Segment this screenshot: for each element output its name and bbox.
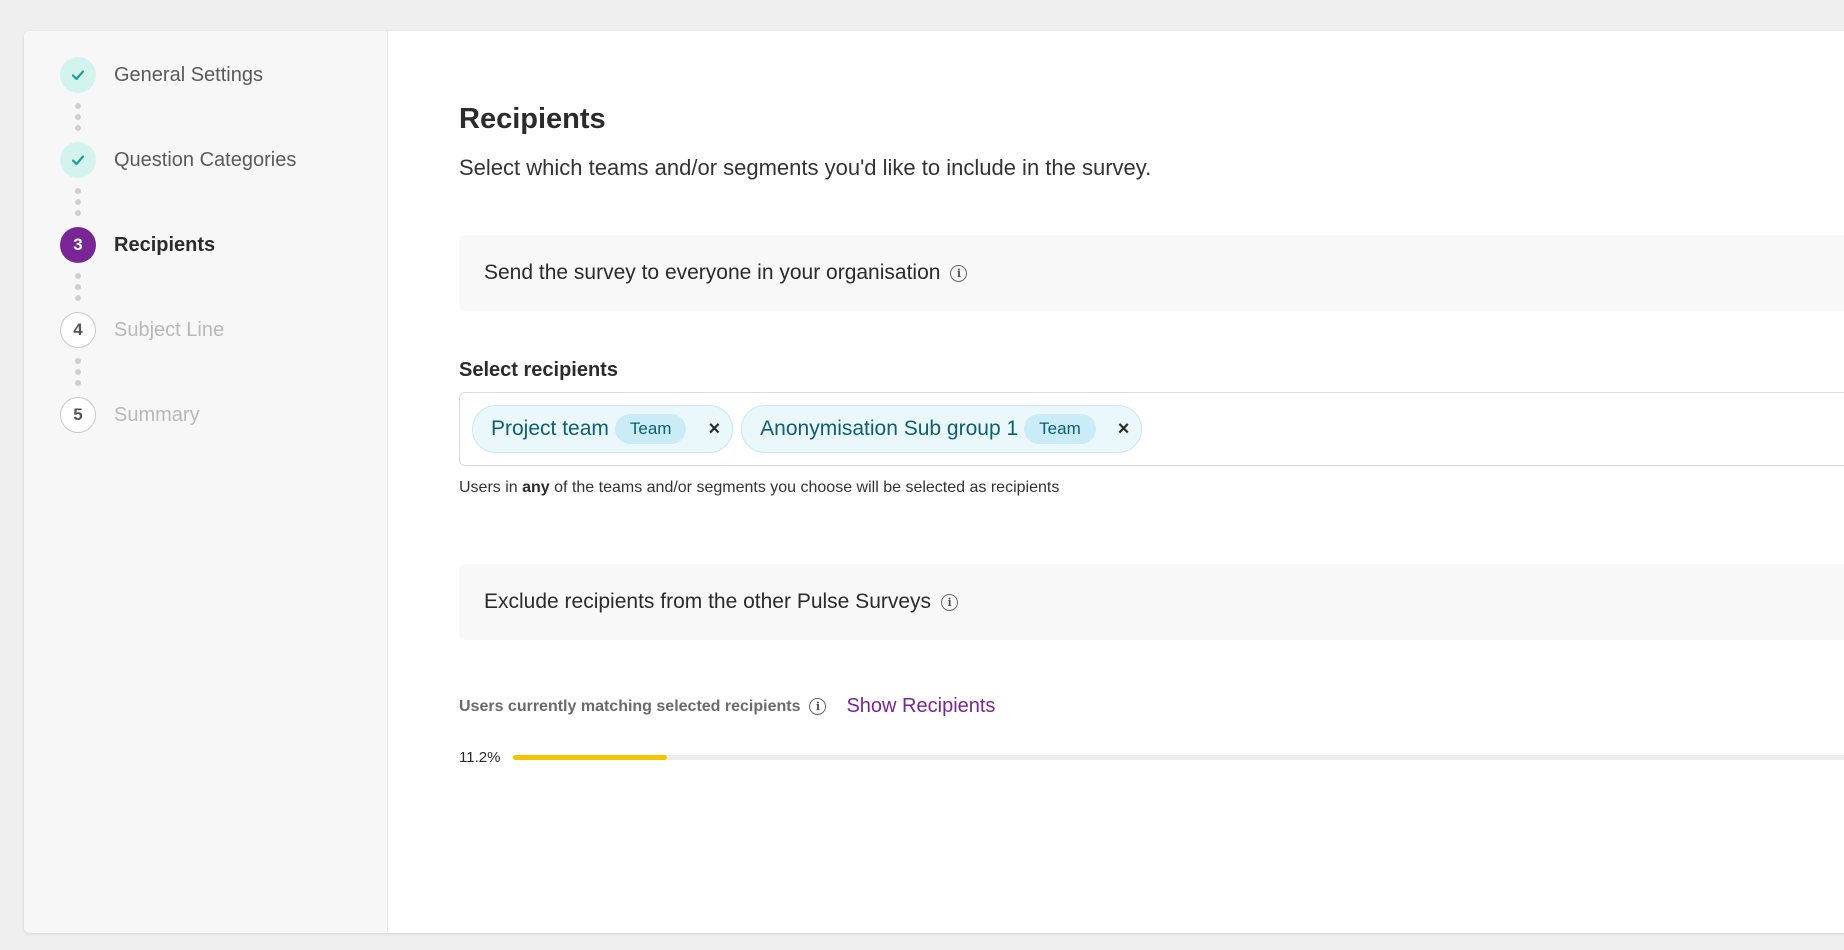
step-connector — [75, 273, 81, 306]
step-label: Summary — [114, 403, 200, 426]
send-to-everyone-label: Send the survey to everyone in your orga… — [484, 261, 941, 284]
matching-progress: 11.2% — [459, 749, 1844, 766]
recipient-chip[interactable]: Project team Team × — [472, 405, 734, 453]
step-label: General Settings — [114, 63, 263, 86]
step-general-settings[interactable]: General Settings — [60, 57, 263, 93]
recipient-chip[interactable]: Anonymisation Sub group 1 Team × — [741, 405, 1143, 453]
step-label: Question Categories — [114, 148, 297, 171]
step-number-badge: 3 — [60, 227, 96, 263]
step-connector — [75, 358, 81, 391]
chip-type-tag: Team — [614, 414, 687, 444]
close-icon[interactable]: × — [708, 418, 720, 441]
progress-fill — [513, 755, 667, 760]
step-sidebar: General Settings Question Categories 3 R… — [24, 31, 388, 933]
show-recipients-link[interactable]: Show Recipients — [846, 695, 995, 718]
step-label: Subject Line — [114, 318, 225, 341]
step-question-categories[interactable]: Question Categories — [60, 142, 296, 178]
recipients-helper-text: Users in any of the teams and/or segment… — [459, 479, 1059, 497]
step-number-badge: 5 — [60, 397, 96, 433]
step-summary[interactable]: 5 Summary — [60, 397, 200, 433]
page-title: Recipients — [459, 103, 606, 135]
step-number-badge: 4 — [60, 312, 96, 348]
exclude-recipients-label: Exclude recipients from the other Pulse … — [484, 590, 932, 613]
step-done-badge — [60, 57, 96, 93]
recipients-select[interactable]: Project team Team × Anonymisation Sub gr… — [459, 392, 1844, 466]
chip-name: Anonymisation Sub group 1 — [760, 417, 1019, 440]
check-icon — [71, 155, 85, 166]
page-subtitle: Select which teams and/or segments you'd… — [459, 155, 1152, 180]
close-icon[interactable]: × — [1118, 418, 1130, 441]
step-connector — [75, 103, 81, 136]
info-icon[interactable]: i — [941, 593, 959, 611]
exclude-recipients-option[interactable]: Exclude recipients from the other Pulse … — [459, 564, 1844, 640]
matching-users-label: Users currently matching selected recipi… — [459, 697, 801, 715]
select-recipients-label: Select recipients — [459, 359, 618, 381]
send-to-everyone-option[interactable]: Send the survey to everyone in your orga… — [459, 235, 1844, 311]
progress-track — [513, 755, 1844, 760]
helper-text-end: of the teams and/or segments you choose … — [549, 479, 1060, 496]
step-connector — [75, 188, 81, 221]
info-icon[interactable]: i — [809, 698, 827, 715]
helper-text-start: Users in — [459, 479, 523, 496]
matching-users-row: Users currently matching selected recipi… — [459, 695, 995, 718]
chip-type-tag: Team — [1024, 414, 1096, 444]
progress-percentage: 11.2% — [459, 749, 501, 766]
step-recipients[interactable]: 3 Recipients — [60, 227, 215, 263]
step-subject-line[interactable]: 4 Subject Line — [60, 312, 224, 348]
info-icon[interactable]: i — [950, 264, 968, 282]
check-icon — [71, 70, 85, 81]
step-label: Recipients — [114, 233, 216, 256]
recipients-panel: Recipients Select which teams and/or seg… — [459, 31, 1844, 933]
step-done-badge — [60, 142, 96, 178]
chip-name: Project team — [491, 417, 609, 440]
survey-wizard-card: General Settings Question Categories 3 R… — [24, 31, 1844, 933]
helper-text-emphasis: any — [522, 479, 550, 496]
